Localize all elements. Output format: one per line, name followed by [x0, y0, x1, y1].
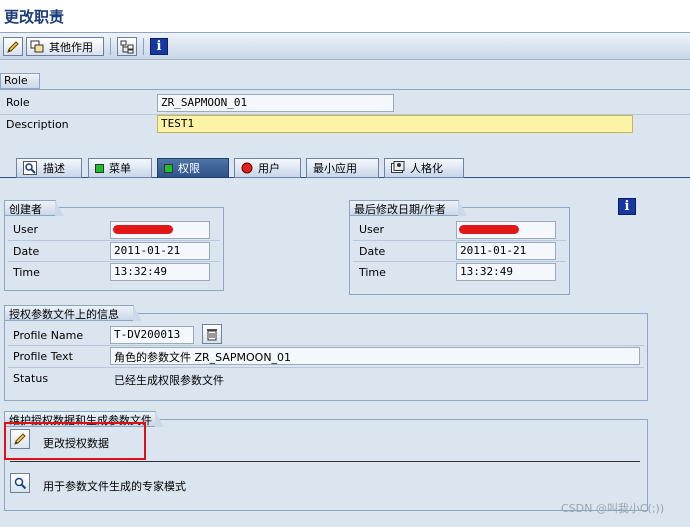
info-button-right[interactable]: i: [618, 198, 636, 215]
row-divider: [8, 367, 644, 368]
row-divider: [8, 261, 220, 262]
row-divider: [8, 240, 220, 241]
status-value: 已经生成权限参数文件: [114, 374, 224, 387]
role-section-header: Role: [0, 73, 40, 89]
highlight-box: [4, 422, 146, 460]
profile-name-field[interactable]: T-DV200013: [110, 326, 194, 344]
pencil-glasses-icon: [7, 40, 19, 53]
personalization-icon: [391, 161, 405, 173]
last-changed-time-label: Time: [359, 266, 386, 279]
hierarchy-button[interactable]: [117, 37, 137, 56]
magnifier-icon: [23, 161, 37, 175]
row-divider: [353, 240, 566, 241]
toolbar-separator: [143, 38, 144, 55]
tab-user[interactable]: 用户: [234, 158, 301, 178]
title-bar: 更改职责: [0, 0, 690, 33]
other-functions-button[interactable]: 其他作用: [26, 37, 104, 56]
status-label: Status: [13, 372, 49, 385]
profile-text-field[interactable]: 角色的参数文件 ZR_SAPMOON_01: [110, 347, 640, 365]
magnifier-icon: [14, 477, 27, 490]
last-changed-header: 最后修改日期/作者: [349, 200, 467, 216]
delete-profile-button[interactable]: [202, 324, 222, 344]
description-field[interactable]: TEST1: [157, 115, 633, 133]
last-changed-user-label: User: [359, 223, 385, 236]
hierarchy-icon: [120, 40, 134, 53]
creator-user-label: User: [13, 223, 39, 236]
last-changed-date-field[interactable]: 2011-01-21: [456, 242, 556, 260]
window-title: 更改职责: [4, 8, 65, 26]
separator-line: [10, 461, 640, 462]
display-change-button[interactable]: [3, 37, 23, 56]
redacted-mark: [113, 225, 173, 234]
application-toolbar: 其他作用 i: [0, 33, 690, 60]
green-status-icon: [95, 163, 104, 173]
tab-mini-apps[interactable]: 最小应用: [306, 158, 379, 178]
trash-icon: [207, 328, 217, 340]
toolbar-separator: [110, 38, 111, 55]
profile-name-label: Profile Name: [13, 329, 84, 342]
info-icon: i: [150, 38, 168, 55]
info-icon: i: [618, 198, 636, 215]
creator-header: 创建者: [4, 200, 64, 216]
tab-description[interactable]: 描述: [16, 158, 82, 178]
last-changed-time-field[interactable]: 13:32:49: [456, 263, 556, 281]
green-status-icon: [164, 163, 173, 173]
profile-text-label: Profile Text: [13, 350, 73, 363]
tab-menu[interactable]: 菜单: [88, 158, 152, 178]
red-status-icon: [241, 162, 253, 174]
other-functions-label: 其他作用: [49, 40, 93, 54]
row-divider: [8, 345, 644, 346]
creator-date-label: Date: [13, 245, 40, 258]
redacted-mark: [459, 225, 519, 234]
last-changed-user-field[interactable]: [456, 221, 556, 239]
object-icon: [30, 40, 44, 53]
row-divider: [353, 261, 566, 262]
profile-info-header: 授权参数文件上的信息: [4, 305, 142, 321]
creator-user-field[interactable]: [110, 221, 210, 239]
creator-time-field[interactable]: 13:32:49: [110, 263, 210, 281]
role-label: Role: [6, 96, 30, 109]
expert-mode-label[interactable]: 用于参数文件生成的专家模式: [43, 478, 186, 494]
expert-mode-button[interactable]: [10, 473, 30, 493]
tab-personalization[interactable]: 人格化: [384, 158, 464, 178]
tab-authorizations[interactable]: 权限: [157, 158, 229, 178]
description-label: Description: [6, 118, 69, 131]
creator-date-field[interactable]: 2011-01-21: [110, 242, 210, 260]
watermark: CSDN @叫我小C(;)): [561, 502, 665, 515]
role-field[interactable]: ZR_SAPMOON_01: [157, 94, 394, 112]
creator-time-label: Time: [13, 266, 40, 279]
info-button[interactable]: i: [149, 37, 169, 56]
last-changed-date-label: Date: [359, 245, 386, 258]
